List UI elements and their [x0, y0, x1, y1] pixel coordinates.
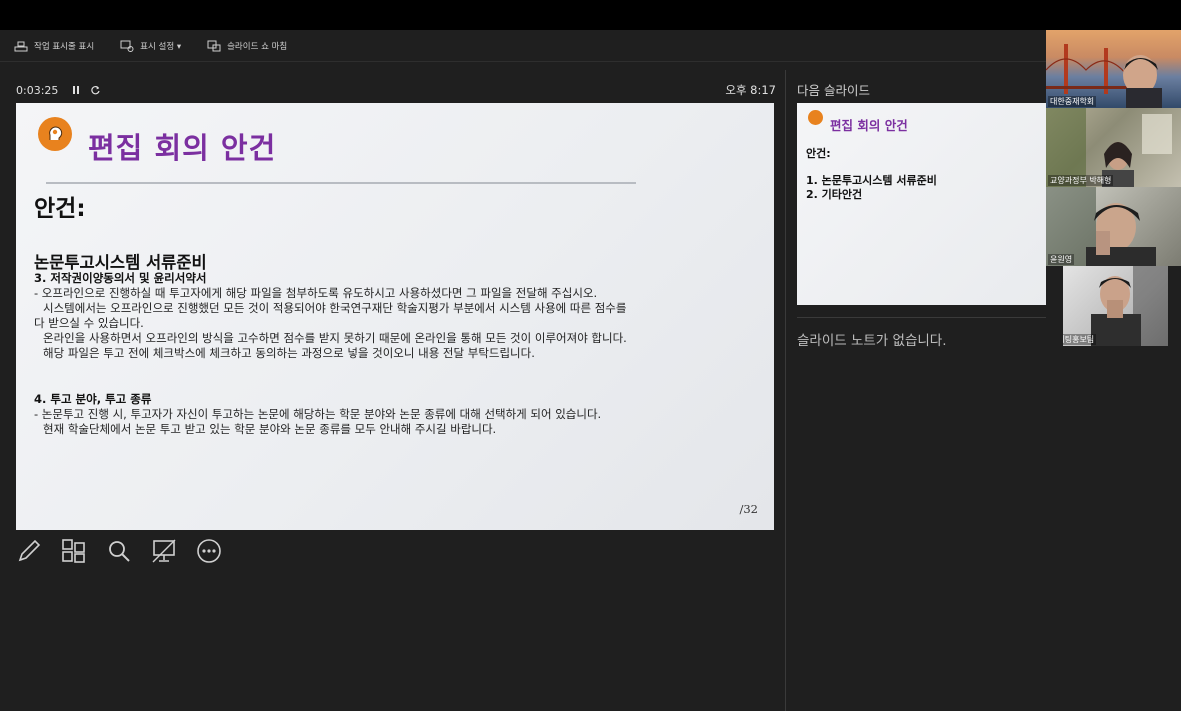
participant-video[interactable]: 마케팅홍보팀	[1063, 266, 1168, 346]
page-number: /32	[739, 502, 758, 516]
participant-name: 윤원영	[1048, 254, 1075, 265]
next-slide-title: 편집 회의 안건	[830, 118, 908, 133]
next-slide-label: 다음 슬라이드	[797, 83, 870, 98]
pen-tool-button[interactable]	[16, 538, 42, 564]
next-slide-item: 2. 기타안건	[806, 188, 863, 201]
black-screen-button[interactable]	[151, 538, 177, 564]
pane-divider[interactable]	[785, 70, 786, 711]
head-logo-icon	[808, 110, 823, 125]
participant-video[interactable]: 교양과정부 박해형	[1046, 108, 1181, 187]
black-screen-icon	[152, 539, 176, 563]
agenda-heading: 안건:	[34, 196, 86, 222]
title-divider	[46, 182, 636, 184]
slide-title: 편집 회의 안건	[88, 131, 277, 165]
section1-line: 온라인을 사용하면서 오프라인의 방식을 고수하면 점수를 받지 못하기 때문에…	[43, 331, 627, 345]
pause-timer-button[interactable]	[72, 85, 80, 95]
section1-line: 다 받으실 수 있습니다.	[34, 316, 144, 330]
head-logo-icon	[38, 117, 72, 151]
show-taskbar-button[interactable]: 작업 표시줄 표시	[14, 40, 94, 52]
end-show-icon	[207, 40, 221, 51]
speaker-notes: 슬라이드 노트가 없습니다.	[797, 333, 947, 349]
pen-icon	[18, 539, 41, 562]
clock: 오후 8:17	[725, 83, 776, 97]
next-slide-agenda: 안건:	[806, 147, 831, 160]
section1-line: 시스템에서는 오프라인으로 진행했던 모든 것이 적용되어야 한국연구재단 학술…	[43, 301, 627, 315]
section2-line: - 논문투고 진행 시, 투고자가 자신이 투고하는 논문에 해당하는 학문 분…	[34, 407, 602, 421]
slide-tools	[16, 538, 222, 564]
presenter-view: 작업 표시줄 표시 표시 설정 ▾ 슬라이드 쇼 마침 0:03:25 오후 8…	[0, 30, 1181, 711]
window-top-bar	[0, 0, 1181, 30]
next-slide-preview[interactable]: 편집 회의 안건 안건: 1. 논문투고시스템 서류준비 2. 기타안건	[797, 103, 1046, 305]
participant-name: 대한중재학회	[1048, 96, 1097, 107]
display-settings-label: 표시 설정 ▾	[140, 41, 182, 52]
show-taskbar-label: 작업 표시줄 표시	[34, 41, 95, 52]
participant-video[interactable]: 대한중재학회	[1046, 30, 1181, 108]
more-options-button[interactable]	[196, 538, 222, 564]
section1-block: 3. 저작권이양동의서 및 윤리서약서 - 오프라인으로 진행하실 때 투고자에…	[34, 270, 764, 361]
end-slide-show-label: 슬라이드 쇼 마침	[227, 41, 288, 52]
restart-timer-button[interactable]	[90, 85, 101, 96]
notes-divider[interactable]	[797, 317, 1046, 318]
restart-icon	[91, 85, 100, 94]
presenter-toolbar: 작업 표시줄 표시 표시 설정 ▾ 슬라이드 쇼 마침	[0, 30, 1046, 62]
current-slide[interactable]: 편집 회의 안건 안건: 논문투고시스템 서류준비 3. 저작권이양동의서 및 …	[16, 103, 774, 530]
elapsed-timer: 0:03:25	[16, 83, 59, 97]
taskbar-icon	[14, 41, 28, 51]
all-slides-icon	[62, 539, 85, 563]
zoom-icon	[109, 541, 130, 562]
participant-name: 마케팅홍보팀	[1063, 334, 1097, 345]
see-all-slides-button[interactable]	[61, 538, 87, 564]
section2-line: 현재 학술단체에서 논문 투고 받고 있는 학문 분야와 논문 종류를 모두 안…	[43, 422, 497, 436]
pause-icon	[73, 86, 80, 94]
participant-name: 교양과정부 박해형	[1048, 175, 1114, 186]
section2-block: 4. 투고 분야, 투고 종류 - 논문투고 진행 시, 투고자가 자신이 투고…	[34, 391, 764, 437]
display-settings-icon	[120, 40, 134, 52]
display-settings-button[interactable]: 표시 설정 ▾	[120, 40, 181, 52]
zoom-slide-button[interactable]	[106, 538, 132, 564]
more-options-icon	[197, 539, 221, 563]
timer-row: 0:03:25 오후 8:17	[16, 82, 776, 98]
section2-subheading: 4. 투고 분야, 투고 종류	[34, 392, 152, 406]
section1-line: 해당 파일은 투고 전에 체크박스에 체크하고 동의하는 과정으로 넣을 것이오…	[43, 346, 535, 360]
participant-video[interactable]: 윤원영	[1046, 187, 1181, 266]
end-slide-show-button[interactable]: 슬라이드 쇼 마침	[207, 40, 287, 52]
section1-subheading: 3. 저작권이양동의서 및 윤리서약서	[34, 271, 207, 285]
section1-line: - 오프라인으로 진행하실 때 투고자에게 해당 파일을 첨부하도록 유도하시고…	[34, 286, 598, 300]
